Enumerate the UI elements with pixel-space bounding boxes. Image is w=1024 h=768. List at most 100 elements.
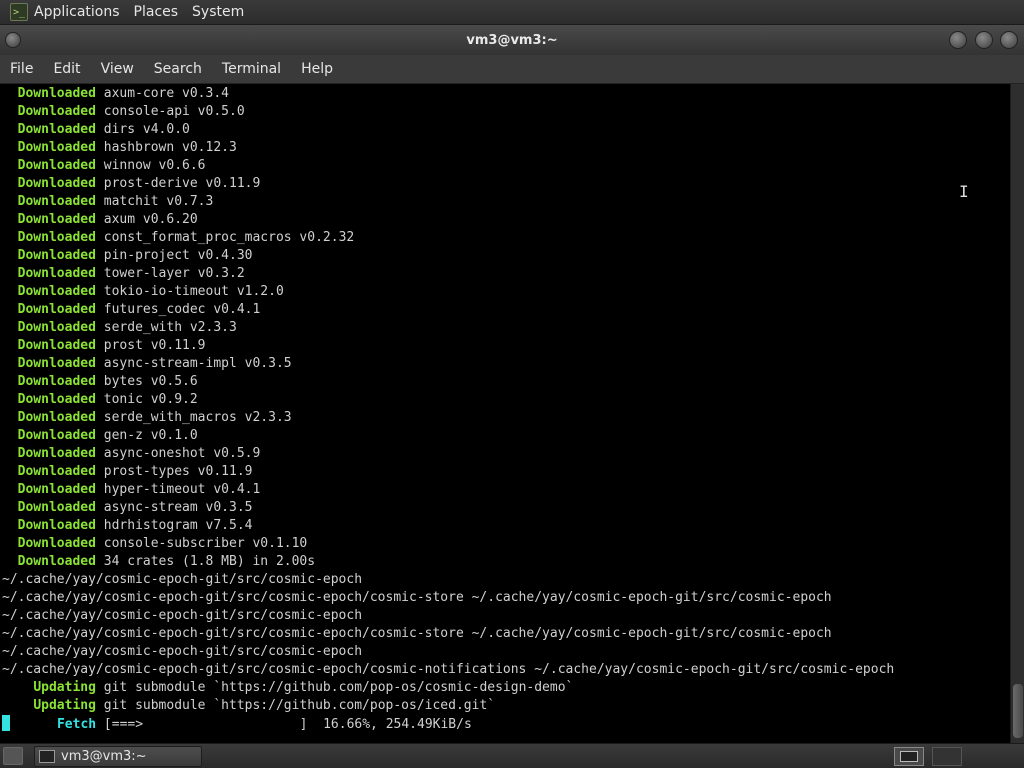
menu-edit[interactable]: Edit	[53, 61, 80, 77]
terminal-text: tokio-io-timeout v1.2.0	[95, 284, 284, 299]
menu-terminal[interactable]: Terminal	[222, 61, 281, 77]
terminal-text: prost-types v0.11.9	[95, 464, 253, 479]
terminal-keyword: Downloaded	[17, 86, 96, 101]
minimize-icon[interactable]	[949, 31, 967, 49]
terminal-text: [===> ] 16.66%, 254.49KiB/s	[96, 717, 472, 732]
terminal-text: async-oneshot v0.5.9	[95, 446, 261, 461]
terminal-line: Downloaded gen-z v0.1.0	[2, 427, 894, 445]
top-panel: >_ Applications Places System	[0, 0, 1024, 25]
terminal-keyword: Downloaded	[17, 104, 96, 119]
terminal-text: tonic v0.9.2	[95, 392, 198, 407]
scrollbar-thumb[interactable]	[1013, 684, 1023, 738]
terminal-line: ~/.cache/yay/cosmic-epoch-git/src/cosmic…	[2, 607, 894, 625]
taskbar-item-terminal[interactable]: vm3@vm3:~	[34, 746, 202, 767]
terminal-output[interactable]: Downloaded axum-core v0.3.4 Downloaded c…	[0, 84, 1010, 743]
terminal-text: tower-layer v0.3.2	[95, 266, 245, 281]
terminal-app-icon[interactable]: >_	[10, 3, 28, 21]
terminal-line: Downloaded async-stream-impl v0.3.5	[2, 355, 894, 373]
terminal-text: hashbrown v0.12.3	[95, 140, 237, 155]
terminal-text: git submodule `https://github.com/pop-os…	[95, 698, 496, 713]
maximize-icon[interactable]	[975, 31, 993, 49]
terminal-keyword: Updating	[33, 698, 96, 713]
show-desktop-icon[interactable]	[3, 747, 23, 765]
terminal-keyword: Downloaded	[17, 122, 96, 137]
terminal-text: prost-derive v0.11.9	[95, 176, 261, 191]
terminal-text: pin-project v0.4.30	[95, 248, 253, 263]
terminal-keyword: Downloaded	[17, 356, 96, 371]
terminal-line: ~/.cache/yay/cosmic-epoch-git/src/cosmic…	[2, 571, 894, 589]
terminal-keyword: Downloaded	[17, 320, 96, 335]
terminal-text: prost v0.11.9	[95, 338, 206, 353]
terminal-text: git submodule `https://github.com/pop-os…	[95, 680, 574, 695]
terminal-keyword: Downloaded	[17, 518, 96, 533]
workspace-switcher-icon[interactable]	[894, 747, 924, 766]
terminal-line: Downloaded async-stream v0.3.5	[2, 499, 894, 517]
terminal-line: Updating git submodule `https://github.c…	[2, 679, 894, 697]
terminal-line: ~/.cache/yay/cosmic-epoch-git/src/cosmic…	[2, 661, 894, 679]
terminal-scrollbar[interactable]	[1010, 84, 1024, 743]
terminal-text: matchit v0.7.3	[95, 194, 214, 209]
terminal-window-icon	[39, 750, 55, 763]
terminal-text: 34 crates (1.8 MB) in 2.00s	[95, 554, 316, 569]
terminal-line: Downloaded prost v0.11.9	[2, 337, 894, 355]
menu-search[interactable]: Search	[154, 61, 202, 77]
bottom-panel: vm3@vm3:~	[0, 743, 1024, 768]
menu-help[interactable]: Help	[301, 61, 333, 77]
terminal-cursor	[2, 715, 10, 731]
terminal-keyword: Downloaded	[17, 194, 96, 209]
terminal-line: Downloaded winnow v0.6.6	[2, 157, 894, 175]
terminal-text: hyper-timeout v0.4.1	[95, 482, 261, 497]
window-titlebar[interactable]: vm3@vm3:~	[0, 25, 1024, 55]
terminal-text: async-stream-impl v0.3.5	[95, 356, 292, 371]
terminal-text: serde_with_macros v2.3.3	[95, 410, 292, 425]
terminal-line: ~/.cache/yay/cosmic-epoch-git/src/cosmic…	[2, 625, 894, 643]
terminal-keyword: Downloaded	[17, 428, 96, 443]
workspace-2[interactable]	[932, 747, 962, 766]
terminal-lines: Downloaded axum-core v0.3.4 Downloaded c…	[2, 85, 894, 733]
terminal-line: Downloaded axum-core v0.3.4	[2, 85, 894, 103]
terminal-line: Downloaded prost-types v0.11.9	[2, 463, 894, 481]
terminal-text: async-stream v0.3.5	[95, 500, 253, 515]
window-menu-icon[interactable]	[5, 32, 21, 48]
terminal-keyword: Downloaded	[17, 482, 96, 497]
terminal-keyword: Downloaded	[17, 158, 96, 173]
terminal-keyword: Downloaded	[17, 284, 96, 299]
terminal-line: Downloaded serde_with_macros v2.3.3	[2, 409, 894, 427]
terminal-text: winnow v0.6.6	[95, 158, 206, 173]
terminal-keyword: Downloaded	[17, 176, 96, 191]
terminal-line: Downloaded bytes v0.5.6	[2, 373, 894, 391]
terminal-line: Updating git submodule `https://github.c…	[2, 697, 894, 715]
terminal-line: Downloaded hdrhistogram v7.5.4	[2, 517, 894, 535]
menubar: File Edit View Search Terminal Help	[0, 55, 1024, 84]
terminal-keyword: Downloaded	[17, 302, 96, 317]
terminal-line: Downloaded matchit v0.7.3	[2, 193, 894, 211]
terminal-text: ~/.cache/yay/cosmic-epoch-git/src/cosmic…	[2, 590, 832, 605]
terminal-keyword: Downloaded	[17, 248, 96, 263]
menu-file[interactable]: File	[10, 61, 33, 77]
terminal-line: Downloaded tower-layer v0.3.2	[2, 265, 894, 283]
terminal-line: Downloaded const_format_proc_macros v0.2…	[2, 229, 894, 247]
terminal-line: Downloaded pin-project v0.4.30	[2, 247, 894, 265]
terminal-keyword: Downloaded	[17, 536, 96, 551]
terminal-line: Downloaded dirs v4.0.0	[2, 121, 894, 139]
terminal-keyword: Downloaded	[17, 464, 96, 479]
terminal-keyword: Updating	[33, 680, 96, 695]
menu-places[interactable]: Places	[134, 4, 179, 20]
terminal-text: console-api v0.5.0	[95, 104, 245, 119]
menu-applications[interactable]: Applications	[34, 4, 120, 20]
terminal-line: Downloaded axum v0.6.20	[2, 211, 894, 229]
menu-view[interactable]: View	[101, 61, 134, 77]
terminal-keyword: Downloaded	[17, 500, 96, 515]
terminal-keyword: Downloaded	[17, 338, 96, 353]
menu-system[interactable]: System	[192, 4, 244, 20]
terminal-text: gen-z v0.1.0	[95, 428, 198, 443]
terminal-keyword: Downloaded	[17, 230, 96, 245]
terminal-line: Downloaded tonic v0.9.2	[2, 391, 894, 409]
terminal-text: ~/.cache/yay/cosmic-epoch-git/src/cosmic…	[2, 644, 363, 659]
terminal-text: hdrhistogram v7.5.4	[95, 518, 253, 533]
terminal-text: axum v0.6.20	[95, 212, 198, 227]
window-title: vm3@vm3:~	[466, 32, 558, 48]
terminal-text: axum-core v0.3.4	[95, 86, 229, 101]
close-icon[interactable]	[1000, 31, 1018, 49]
terminal-text: ~/.cache/yay/cosmic-epoch-git/src/cosmic…	[2, 572, 363, 587]
